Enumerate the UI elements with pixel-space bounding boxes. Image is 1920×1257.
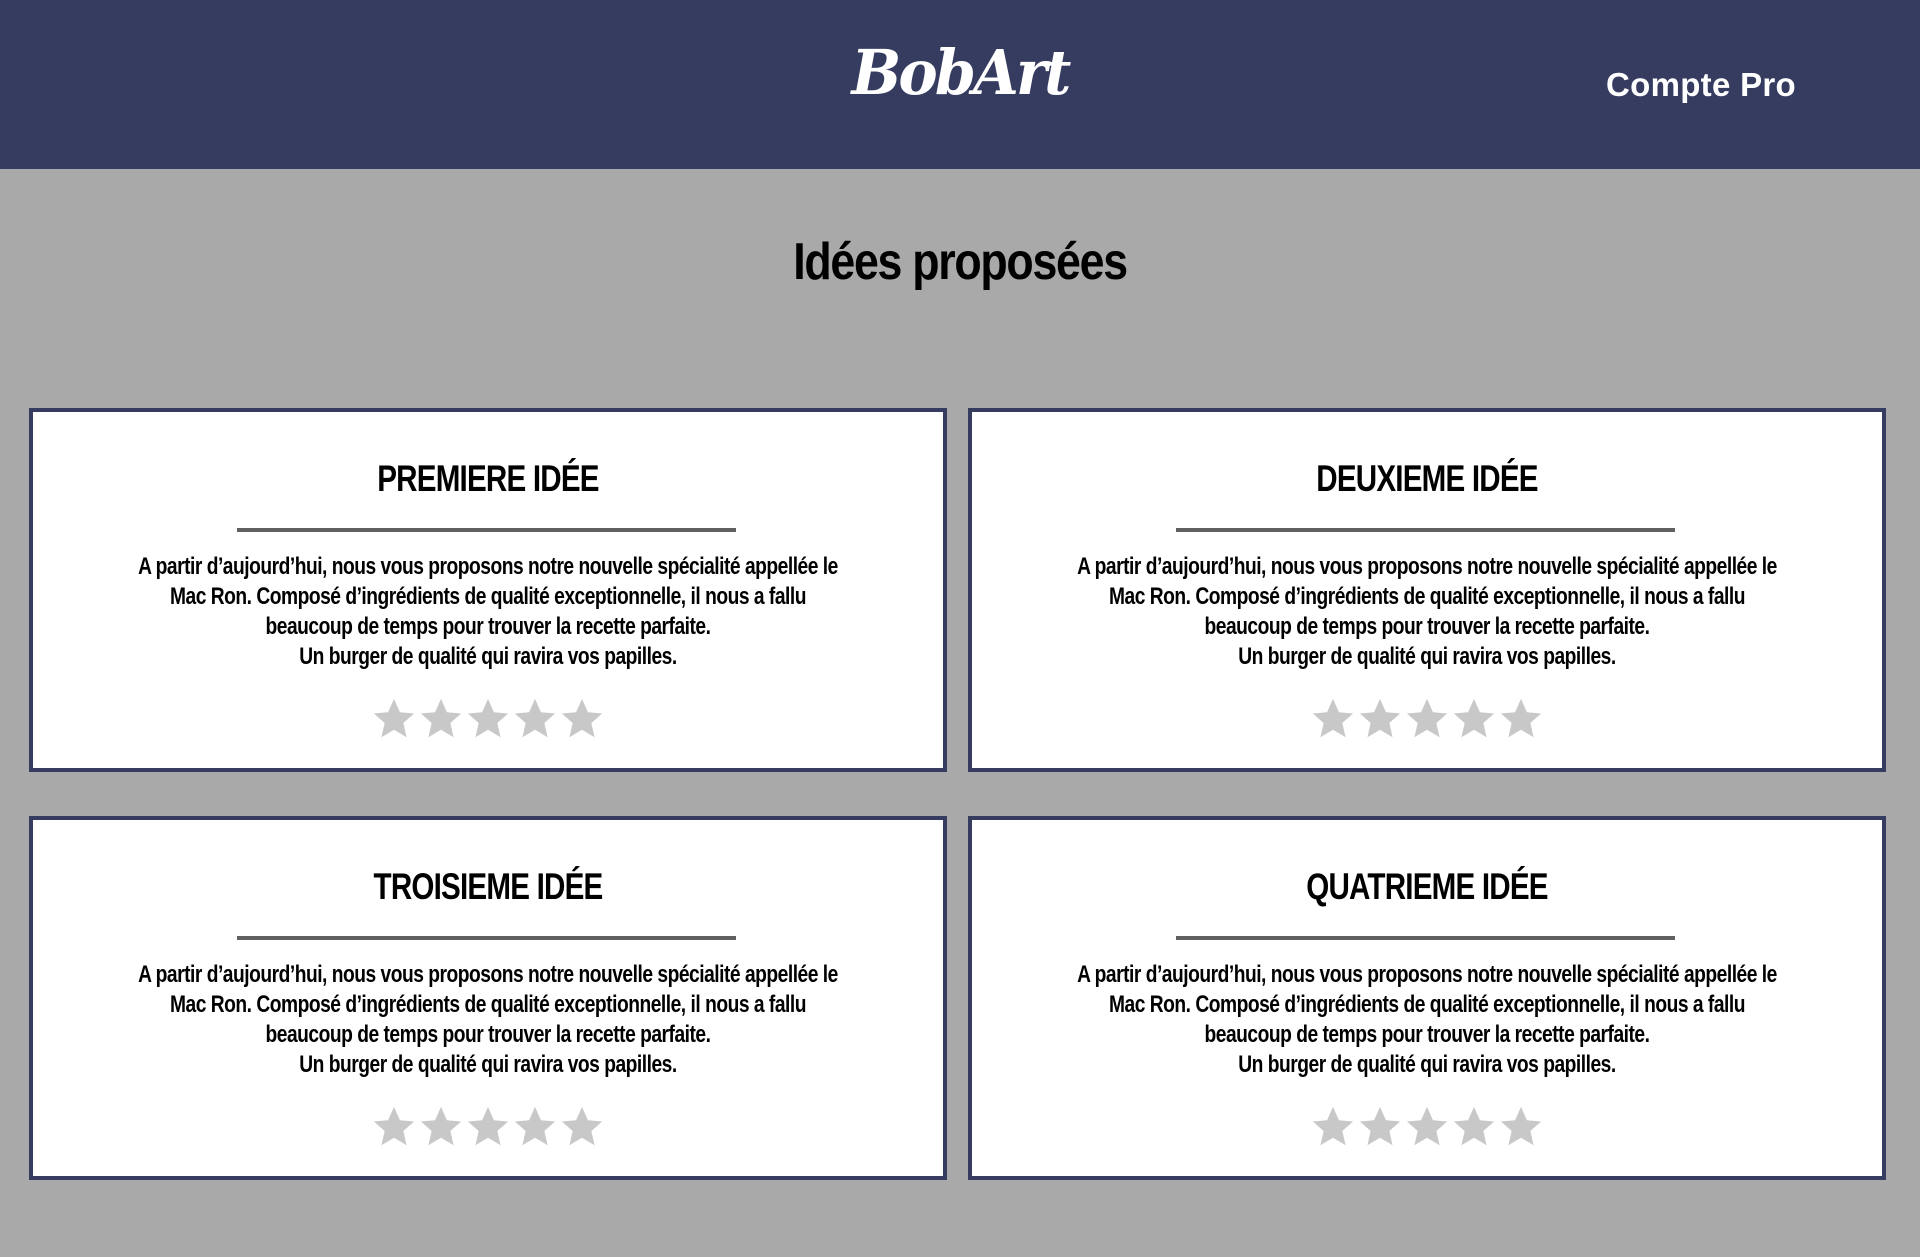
idea-description: A partir d’aujourd’hui, nous vous propos… <box>972 552 1882 672</box>
description-line: Mac Ron. Composé d’ingrédients de qualit… <box>169 991 807 1018</box>
bobart-logo[interactable]: BobArt <box>48 42 1872 104</box>
star-icon[interactable] <box>1310 1104 1356 1150</box>
top-bar: BobArt Compte Pro <box>0 0 1920 169</box>
idea-description: A partir d’aujourd’hui, nous vous propos… <box>33 552 943 672</box>
idea-title: QUATRIEME IDÉE <box>1306 866 1548 907</box>
star-rating <box>972 696 1882 742</box>
description-line: Mac Ron. Composé d’ingrédients de qualit… <box>169 583 807 610</box>
idea-title: TROISIEME IDÉE <box>373 866 604 907</box>
description-line: A partir d’aujourd’hui, nous vous propos… <box>1077 553 1777 580</box>
star-icon[interactable] <box>418 1104 464 1150</box>
idea-card: TROISIEME IDÉE A partir d’aujourd’hui, n… <box>29 816 947 1180</box>
title-divider <box>1176 528 1675 532</box>
star-icon[interactable] <box>512 1104 558 1150</box>
star-icon[interactable] <box>1451 696 1497 742</box>
star-icon[interactable] <box>1498 1104 1544 1150</box>
idea-card: QUATRIEME IDÉE A partir d’aujourd’hui, n… <box>968 816 1886 1180</box>
star-icon[interactable] <box>1357 1104 1403 1150</box>
idea-title: PREMIERE IDÉE <box>377 458 599 499</box>
description-line: beaucoup de temps pour trouver la recett… <box>265 613 711 640</box>
description-line: Mac Ron. Composé d’ingrédients de qualit… <box>1108 583 1745 610</box>
description-line: Un burger de qualité qui ravira vos papi… <box>299 1051 677 1078</box>
star-icon[interactable] <box>465 696 511 742</box>
star-rating <box>33 696 943 742</box>
title-divider <box>237 528 736 532</box>
star-icon[interactable] <box>1498 696 1544 742</box>
pro-account-link[interactable]: Compte Pro <box>1606 66 1796 104</box>
title-divider <box>237 936 736 940</box>
description-line: Un burger de qualité qui ravira vos papi… <box>299 643 677 670</box>
star-icon[interactable] <box>371 1104 417 1150</box>
star-rating <box>972 1104 1882 1150</box>
title-divider <box>1176 936 1675 940</box>
star-icon[interactable] <box>1404 696 1450 742</box>
star-icon[interactable] <box>1404 1104 1450 1150</box>
description-line: Mac Ron. Composé d’ingrédients de qualit… <box>1108 991 1745 1018</box>
description-line: beaucoup de temps pour trouver la recett… <box>265 1021 711 1048</box>
description-line: beaucoup de temps pour trouver la recett… <box>1204 613 1650 640</box>
star-icon[interactable] <box>1451 1104 1497 1150</box>
description-line: A partir d’aujourd’hui, nous vous propos… <box>138 961 838 988</box>
page-title: Idées proposées <box>793 233 1128 291</box>
star-icon[interactable] <box>559 696 605 742</box>
star-icon[interactable] <box>371 696 417 742</box>
star-icon[interactable] <box>1357 696 1403 742</box>
star-icon[interactable] <box>418 696 464 742</box>
idea-card: PREMIERE IDÉE A partir d’aujourd’hui, no… <box>29 408 947 772</box>
description-line: A partir d’aujourd’hui, nous vous propos… <box>1077 961 1777 988</box>
idea-description: A partir d’aujourd’hui, nous vous propos… <box>972 960 1882 1080</box>
star-icon[interactable] <box>559 1104 605 1150</box>
idea-title: DEUXIEME IDÉE <box>1316 458 1538 499</box>
description-line: Un burger de qualité qui ravira vos papi… <box>1238 1051 1616 1078</box>
star-icon[interactable] <box>465 1104 511 1150</box>
idea-description: A partir d’aujourd’hui, nous vous propos… <box>33 960 943 1080</box>
star-rating <box>33 1104 943 1150</box>
idea-card: DEUXIEME IDÉE A partir d’aujourd’hui, no… <box>968 408 1886 772</box>
star-icon[interactable] <box>512 696 558 742</box>
description-line: Un burger de qualité qui ravira vos papi… <box>1238 643 1616 670</box>
star-icon[interactable] <box>1310 696 1356 742</box>
description-line: A partir d’aujourd’hui, nous vous propos… <box>138 553 838 580</box>
description-line: beaucoup de temps pour trouver la recett… <box>1204 1021 1650 1048</box>
